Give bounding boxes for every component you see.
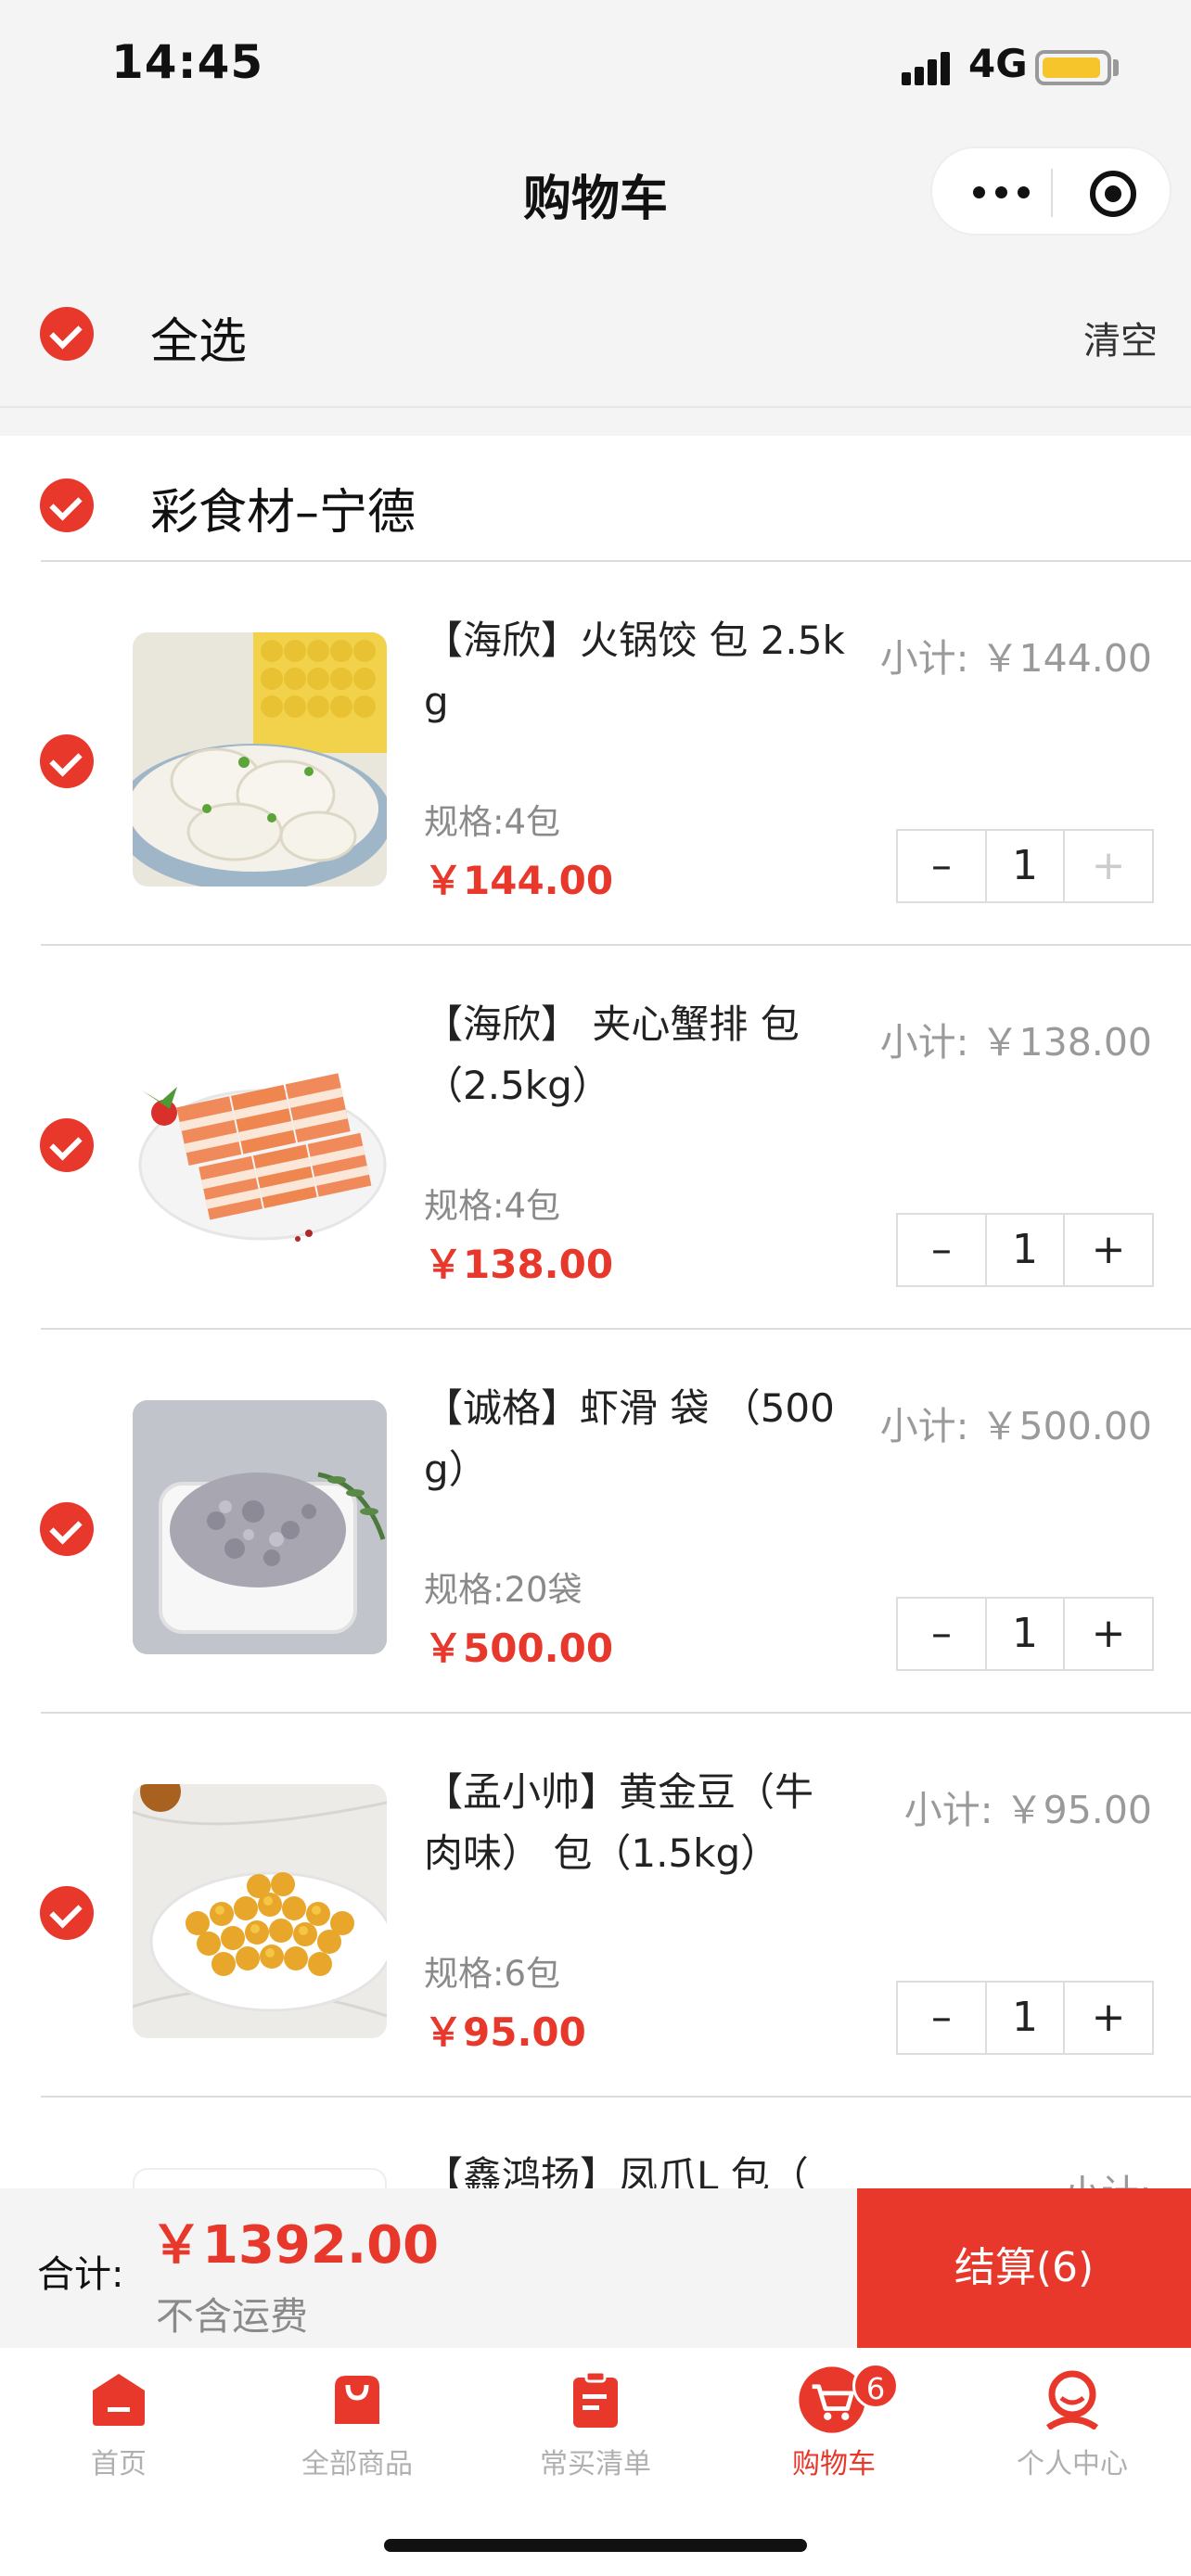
quantity-stepper: – 1 + xyxy=(896,1213,1154,1287)
battery-cap xyxy=(1113,59,1119,76)
product-image-chicken-feet[interactable] xyxy=(133,2168,387,2188)
total-label: 合计: xyxy=(37,2253,124,2296)
capsule-divider xyxy=(1051,169,1053,217)
tab-all-products[interactable]: 全部商品 xyxy=(238,2348,476,2496)
product-name[interactable]: 【海欣】火锅饺 包 2.5kg xyxy=(424,610,851,733)
tab-label: 购物车 xyxy=(792,2448,876,2480)
item-subtotal: 小计: ￥500.00 xyxy=(879,1404,1152,1448)
item-checkbox[interactable] xyxy=(40,734,94,788)
home-indicator xyxy=(384,2539,807,2552)
cart-item: 【海欣】火锅饺 包 2.5kg 规格:4包 ￥144.00 小计: ￥144.0… xyxy=(0,562,1191,946)
increase-button[interactable]: + xyxy=(1065,1599,1152,1669)
cart-list: 彩食材–宁德 【海欣】火锅饺 包 2.5kg 规格:4包 ￥144.00 小计:… xyxy=(0,436,1191,2188)
product-price: ￥138.00 xyxy=(424,1242,614,1287)
cart-badge: 6 xyxy=(852,2363,899,2409)
shipping-note: 不含运费 xyxy=(156,2294,308,2339)
signal-icon xyxy=(902,48,957,85)
product-image-dumplings[interactable] xyxy=(133,632,387,886)
tab-frequent-list[interactable]: 常买清单 xyxy=(477,2348,714,2496)
product-name[interactable]: 【诚格】虾滑 袋 （500g） xyxy=(424,1378,851,1500)
product-image-golden-beans[interactable] xyxy=(133,1784,387,2038)
product-name[interactable]: 【海欣】 夹心蟹排 包（2.5kg） xyxy=(424,994,851,1116)
checkout-bar: 合计: ￥1392.00 不含运费 结算(6) xyxy=(0,2188,1191,2348)
product-name[interactable]: 【鑫鸿扬】凤爪L 包（ xyxy=(424,2146,851,2188)
tab-label: 个人中心 xyxy=(1017,2448,1128,2480)
cart-item: 【海欣】 夹心蟹排 包（2.5kg） 规格:4包 ￥138.00 小计: ￥13… xyxy=(0,946,1191,1330)
select-all-label[interactable]: 全选 xyxy=(150,302,247,372)
quantity-input[interactable]: 1 xyxy=(985,1599,1065,1669)
select-all-bar: 全选 清空 xyxy=(0,260,1191,408)
tab-label: 常买清单 xyxy=(540,2448,651,2480)
store-name: 彩食材–宁德 xyxy=(150,485,416,541)
decrease-button[interactable]: – xyxy=(898,1215,985,1285)
mini-program-capsule xyxy=(930,147,1172,236)
quantity-stepper: – 1 + xyxy=(896,1597,1154,1671)
shopping-bag-icon xyxy=(335,2376,379,2424)
item-subtotal: 小计: xyxy=(853,2162,1152,2188)
product-price: ￥144.00 xyxy=(424,858,614,903)
store-checkbox[interactable] xyxy=(40,478,94,532)
tab-home[interactable]: 首页 xyxy=(0,2348,237,2496)
quantity-input[interactable]: 1 xyxy=(985,1215,1065,1285)
store-header: 彩食材–宁德 xyxy=(0,436,1191,562)
decrease-button[interactable]: – xyxy=(898,1599,985,1669)
clipboard-icon xyxy=(573,2370,618,2428)
cart-item: 【孟小帅】黄金豆（牛肉味） 包（1.5kg） 规格:6包 ￥95.00 小计: … xyxy=(0,1714,1191,2098)
network-type: 4G xyxy=(968,41,1028,86)
quantity-stepper: – 1 + xyxy=(896,829,1154,903)
item-subtotal: 小计: ￥144.00 xyxy=(879,636,1152,681)
decrease-button[interactable]: – xyxy=(898,831,985,901)
status-bar: 14:45 4G xyxy=(0,0,1191,130)
tab-cart[interactable]: 6 购物车 xyxy=(715,2348,953,2496)
more-icon[interactable] xyxy=(969,178,1034,206)
clear-button[interactable]: 清空 xyxy=(1083,311,1158,364)
quantity-input[interactable]: 1 xyxy=(985,831,1065,901)
tab-label: 首页 xyxy=(91,2448,147,2480)
item-subtotal: 小计: ￥138.00 xyxy=(879,1020,1152,1065)
cart-item: 【诚格】虾滑 袋 （500g） 规格:20袋 ￥500.00 小计: ￥500.… xyxy=(0,1330,1191,1714)
increase-button[interactable]: + xyxy=(1065,1983,1152,2053)
tab-profile[interactable]: 个人中心 xyxy=(954,2348,1191,2496)
item-checkbox[interactable] xyxy=(40,1118,94,1172)
quantity-input[interactable]: 1 xyxy=(985,1983,1065,2053)
item-checkbox[interactable] xyxy=(40,1886,94,1940)
item-checkbox[interactable] xyxy=(40,1502,94,1556)
select-all-checkbox[interactable] xyxy=(40,307,94,361)
product-price: ￥500.00 xyxy=(424,1626,614,1671)
product-price: ￥95.00 xyxy=(424,2009,586,2055)
product-spec: 规格:20袋 xyxy=(424,1570,583,1610)
cart-item: 【鑫鸿扬】凤爪L 包（ 小计: xyxy=(0,2098,1191,2188)
product-spec: 规格:4包 xyxy=(424,1186,561,1226)
nav-bar: 购物车 xyxy=(0,130,1191,260)
checkout-button[interactable]: 结算(6) xyxy=(857,2188,1191,2348)
product-image-crab-sticks[interactable] xyxy=(133,1016,387,1270)
product-name[interactable]: 【孟小帅】黄金豆（牛肉味） 包（1.5kg） xyxy=(424,1762,851,1884)
user-icon xyxy=(1046,2370,1098,2429)
quantity-stepper: – 1 + xyxy=(896,1981,1154,2055)
product-image-shrimp-paste[interactable] xyxy=(133,1400,387,1654)
status-time: 14:45 xyxy=(111,35,264,89)
battery-icon xyxy=(1035,50,1111,85)
decrease-button[interactable]: – xyxy=(898,1983,985,2053)
increase-button[interactable]: + xyxy=(1065,1215,1152,1285)
increase-button[interactable]: + xyxy=(1065,831,1152,901)
product-spec: 规格:6包 xyxy=(424,1954,561,1994)
home-icon xyxy=(93,2374,145,2426)
product-spec: 规格:4包 xyxy=(424,802,561,842)
tab-label: 全部商品 xyxy=(301,2448,413,2480)
close-target-icon[interactable] xyxy=(1090,171,1136,217)
total-amount: ￥1392.00 xyxy=(150,2215,440,2276)
item-subtotal: 小计: ￥95.00 xyxy=(903,1788,1152,1832)
